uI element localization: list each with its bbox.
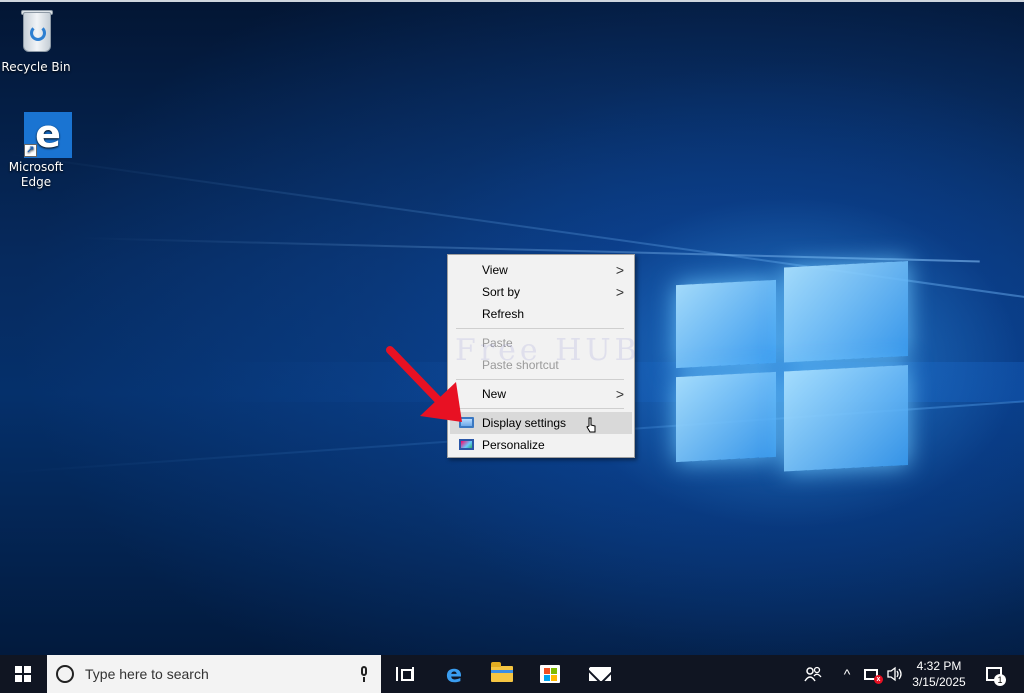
search-placeholder: Type here to search (85, 666, 209, 682)
task-view-button[interactable] (387, 655, 423, 693)
mail-icon (589, 667, 611, 681)
menu-item-label: Sort by (482, 285, 521, 299)
desktop-icon-label: Microsoft Edge (8, 160, 64, 189)
edge-icon: e (445, 660, 463, 688)
menu-item-refresh[interactable]: Refresh (450, 303, 632, 325)
notification-badge: 1 (994, 674, 1006, 686)
chevron-right-icon: > (615, 262, 624, 278)
store-button[interactable] (532, 655, 568, 693)
mail-button[interactable] (580, 655, 620, 693)
volume-button[interactable] (884, 655, 906, 693)
menu-item-label: View (482, 263, 508, 277)
desktop-icon-label: Recycle Bin (1, 60, 71, 74)
menu-item-label: New (482, 387, 507, 401)
store-bag-icon (540, 665, 560, 683)
start-button[interactable] (0, 655, 46, 693)
menu-item-label: Personalize (482, 438, 545, 452)
personalize-icon (459, 439, 474, 450)
microphone-icon[interactable] (359, 666, 369, 682)
menu-item-personalize[interactable]: Personalize (450, 434, 632, 456)
action-center-button[interactable]: 1 (980, 655, 1008, 693)
folder-icon (491, 662, 513, 682)
menu-item-label: Display settings (482, 416, 567, 430)
network-button[interactable]: x (860, 655, 883, 693)
logo-pane (784, 364, 908, 472)
mouse-cursor-icon (586, 417, 596, 433)
speaker-icon (887, 666, 902, 682)
network-disconnected-icon: x (864, 668, 883, 684)
clock-time: 4:32 PM (916, 659, 962, 673)
cortana-icon (56, 665, 74, 683)
menu-separator (456, 328, 624, 329)
edge-icon: e ↗ (13, 110, 72, 158)
logo-pane (784, 260, 908, 363)
clock[interactable]: 4:32 PM 3/15/2025 (908, 658, 970, 690)
file-explorer-button[interactable] (484, 655, 520, 693)
menu-item-view[interactable]: View > (450, 259, 632, 281)
show-hidden-icons-button[interactable]: ^ (838, 655, 856, 693)
clock-date: 3/15/2025 (912, 675, 966, 689)
menu-item-label: Refresh (482, 307, 525, 321)
context-menu: View > Sort by > Refresh Paste Paste sho… (447, 254, 635, 458)
people-button[interactable] (800, 655, 826, 693)
menu-separator (456, 408, 624, 409)
menu-item-label: Paste shortcut (482, 358, 559, 372)
recycle-bin-icon (13, 10, 59, 56)
desktop-icon-recycle-bin[interactable]: Recycle Bin (0, 10, 72, 75)
desktop-background[interactable]: Recycle Bin e ↗ Microsoft Edge View > So… (0, 0, 1024, 655)
shortcut-arrow-icon: ↗ (24, 144, 37, 157)
search-box[interactable]: Type here to search (47, 655, 381, 693)
taskbar: Type here to search e ^ x 4:32 PM 3/15/2… (0, 655, 1024, 693)
windows-start-icon (15, 666, 31, 682)
menu-item-sort-by[interactable]: Sort by > (450, 281, 632, 303)
desktop-icon-microsoft-edge[interactable]: e ↗ Microsoft Edge (0, 110, 72, 190)
menu-item-paste-shortcut: Paste shortcut (450, 354, 632, 376)
chevron-right-icon: > (615, 284, 624, 300)
menu-separator (456, 379, 624, 380)
menu-item-paste: Paste (450, 332, 632, 354)
taskbar-edge-button[interactable]: e (436, 655, 472, 693)
notification-icon: 1 (986, 667, 1006, 686)
people-icon (804, 666, 822, 682)
logo-pane (676, 279, 776, 369)
annotation-arrow-icon (386, 346, 462, 422)
task-view-icon (396, 667, 414, 681)
chevron-up-icon: ^ (843, 666, 851, 682)
chevron-right-icon: > (615, 386, 624, 402)
windows-logo-wallpaper (670, 241, 915, 494)
menu-item-display-settings[interactable]: Display settings (450, 412, 632, 434)
menu-item-new[interactable]: New > (450, 383, 632, 405)
logo-pane (676, 371, 776, 463)
menu-item-label: Paste (482, 336, 513, 350)
